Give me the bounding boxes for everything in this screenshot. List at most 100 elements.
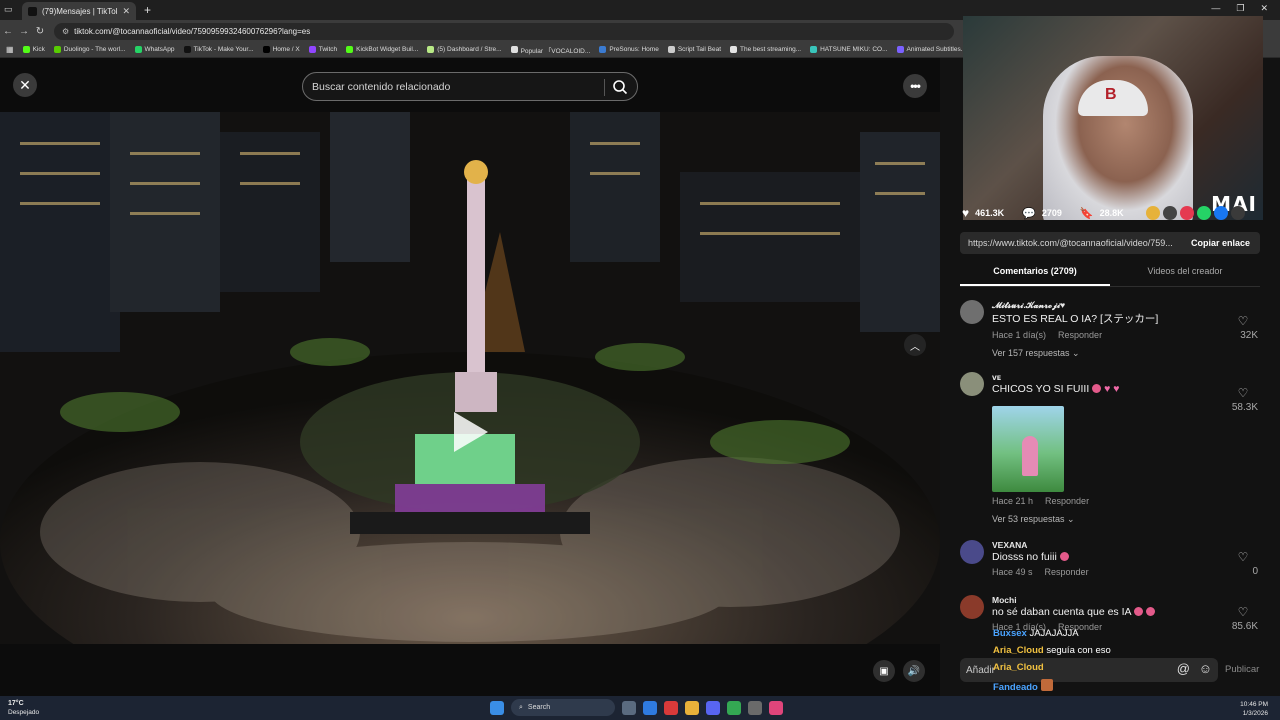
maximize-icon[interactable]: ❐ bbox=[1236, 3, 1244, 14]
video-frame-image bbox=[0, 112, 940, 644]
bookmark-label: Home / X bbox=[272, 46, 300, 53]
more-options-button[interactable]: ••• bbox=[903, 74, 927, 98]
comment-icon[interactable]: 💬 bbox=[1022, 207, 1036, 220]
play-icon[interactable] bbox=[454, 412, 488, 452]
bookmark-icon[interactable]: 🔖 bbox=[1080, 207, 1094, 220]
related-search-bar[interactable]: Buscar contenido relacionado bbox=[302, 72, 638, 101]
bookmark-item[interactable]: HATSUNE MIKU: CO... bbox=[810, 46, 888, 53]
back-icon[interactable]: ← bbox=[0, 26, 16, 37]
heart-outline-icon[interactable]: ♡ bbox=[1228, 314, 1258, 328]
file-explorer-icon[interactable] bbox=[685, 700, 699, 715]
comment-like[interactable]: ♡ 85.6K bbox=[1218, 605, 1258, 632]
copy-link-button[interactable]: Copiar enlace bbox=[1191, 238, 1260, 248]
window-close-icon[interactable]: ✕ bbox=[1260, 3, 1268, 14]
close-button[interactable]: ✕ bbox=[13, 73, 37, 97]
minimize-icon[interactable]: — bbox=[1211, 3, 1220, 14]
video-player[interactable]: ︿ bbox=[0, 112, 940, 644]
comment-like[interactable]: ♡ 32K bbox=[1218, 314, 1258, 341]
bookmark-item[interactable]: TikTok - Make Your... bbox=[183, 46, 254, 53]
reply-button[interactable]: Responder bbox=[1045, 496, 1089, 506]
avatar[interactable] bbox=[960, 540, 984, 564]
comment-author[interactable]: ᴠᴇ bbox=[992, 372, 1001, 382]
view-replies-button[interactable]: Ver 157 respuestas ⌄ bbox=[992, 348, 1080, 359]
reload-icon[interactable]: ↻ bbox=[32, 26, 48, 37]
chrome-icon[interactable] bbox=[727, 700, 741, 715]
reply-button[interactable]: Responder bbox=[1045, 567, 1089, 577]
settings-icon[interactable] bbox=[748, 700, 762, 715]
mention-icon[interactable]: @ bbox=[1177, 661, 1190, 676]
bookmark-favicon-icon bbox=[22, 46, 30, 53]
bookmark-item[interactable]: Home / X bbox=[262, 46, 300, 53]
tab-creator-videos[interactable]: Videos del creador bbox=[1110, 266, 1260, 286]
task-view-icon[interactable] bbox=[622, 700, 636, 715]
share-icon[interactable] bbox=[1231, 206, 1245, 220]
comment-like[interactable]: ♡ 58.3K bbox=[1218, 386, 1258, 413]
new-tab-button[interactable]: + bbox=[144, 3, 151, 17]
comment-meta: Hace 49 s Responder bbox=[992, 567, 1089, 577]
heart-outline-icon[interactable]: ♡ bbox=[1228, 386, 1258, 400]
bookmark-item[interactable]: KickBot Widget Buil... bbox=[346, 46, 418, 53]
view-replies-button[interactable]: Ver 53 respuestas ⌄ bbox=[992, 514, 1075, 525]
app-icon[interactable] bbox=[664, 700, 678, 715]
bookmark-item[interactable]: (5) Dashboard / Stre... bbox=[427, 46, 502, 53]
reply-button[interactable]: Responder bbox=[1058, 330, 1102, 340]
tab-close-icon[interactable]: ✕ bbox=[122, 6, 130, 17]
comment-like-count: 32K bbox=[1240, 330, 1258, 341]
bookmark-item[interactable]: Script Tail Beat bbox=[667, 46, 721, 53]
avatar[interactable] bbox=[960, 300, 984, 324]
edge-icon[interactable] bbox=[643, 700, 657, 715]
share-link[interactable]: https://www.tiktok.com/@tocannaoficial/v… bbox=[968, 238, 1173, 248]
forward-icon[interactable]: → bbox=[16, 26, 32, 37]
system-clock[interactable]: 10:46 PM 1/3/2026 bbox=[1240, 700, 1268, 718]
comment-text: Diosss no fuiii bbox=[992, 551, 1069, 563]
url-text: tiktok.com/@tocannaoficial/video/7590959… bbox=[74, 26, 311, 36]
site-info-icon[interactable]: ⚙ bbox=[62, 27, 69, 36]
volume-button[interactable]: 🔊 bbox=[903, 660, 925, 682]
facebook-icon[interactable] bbox=[1214, 206, 1228, 220]
search-input[interactable]: Buscar contenido relacionado bbox=[312, 81, 450, 93]
comment-text: ESTO ES REAL O IA? [ステッカー] bbox=[992, 313, 1159, 325]
apps-icon[interactable]: ▦ bbox=[6, 45, 14, 54]
discord-icon[interactable] bbox=[706, 700, 720, 715]
bookmark-favicon-icon bbox=[599, 46, 607, 53]
url-field[interactable]: ⚙ tiktok.com/@tocannaoficial/video/75909… bbox=[54, 22, 954, 40]
heart-outline-icon[interactable]: ♡ bbox=[1228, 550, 1258, 564]
browser-tab[interactable]: (79)Mensajes | TikTok ✕ bbox=[22, 2, 136, 20]
bookmark-item[interactable]: Twitch bbox=[308, 46, 337, 53]
bookmark-item[interactable]: Duolingo - The worl... bbox=[53, 46, 126, 53]
music-icon[interactable] bbox=[769, 700, 783, 715]
emoji-picker-icon[interactable]: ☺ bbox=[1199, 661, 1212, 676]
pink-heart-icon: ♥ bbox=[1113, 383, 1120, 395]
bookmark-item[interactable]: Animated Subtitles... bbox=[896, 46, 966, 53]
tab-list-icon[interactable]: ▭ bbox=[4, 4, 13, 15]
bookmark-item[interactable]: PreSonus: Home bbox=[599, 46, 659, 53]
chat-text: JAJAJAJJA bbox=[1029, 628, 1079, 639]
comment-author[interactable]: VEXANA bbox=[992, 540, 1027, 550]
avatar[interactable] bbox=[960, 372, 984, 396]
coin-icon[interactable] bbox=[1146, 206, 1160, 220]
picture-in-picture-button[interactable]: ▣ bbox=[873, 660, 895, 682]
start-icon[interactable] bbox=[490, 700, 504, 715]
tab-comments[interactable]: Comentarios (2709) bbox=[960, 266, 1110, 286]
send-icon[interactable] bbox=[1180, 206, 1194, 220]
bookmark-favicon-icon bbox=[730, 46, 738, 53]
comment-author[interactable]: Mochi bbox=[992, 595, 1017, 605]
comment-like[interactable]: ♡ 0 bbox=[1218, 550, 1258, 577]
taskbar-search[interactable]: ⌕ Search bbox=[511, 699, 615, 716]
embed-icon[interactable] bbox=[1163, 206, 1177, 220]
avatar[interactable] bbox=[960, 595, 984, 619]
search-icon[interactable] bbox=[612, 79, 628, 95]
heart-icon[interactable]: ♥ bbox=[962, 206, 969, 220]
whatsapp-icon[interactable] bbox=[1197, 206, 1211, 220]
bookmark-favicon-icon bbox=[308, 46, 316, 53]
comment-author[interactable]: 𝓜𝓲𝓽𝓼𝓾𝓻𝓲.𝓚𝓪𝓷𝓻𝓸𝓳𝓲♥ bbox=[992, 300, 1065, 311]
heart-outline-icon[interactable]: ♡ bbox=[1228, 605, 1258, 619]
bookmark-item[interactable]: The best streaming... bbox=[730, 46, 801, 53]
weather-widget[interactable]: 17°C Despejado bbox=[8, 699, 39, 717]
bookmark-item[interactable]: Popular 「VOCALOID... bbox=[510, 45, 590, 55]
bookmark-item[interactable]: WhatsApp bbox=[134, 46, 175, 53]
previous-video-button[interactable]: ︿ bbox=[904, 334, 926, 356]
publish-button[interactable]: Publicar bbox=[1225, 664, 1259, 675]
bookmark-item[interactable]: Kick bbox=[22, 46, 45, 53]
comment-image-thumbnail[interactable] bbox=[992, 406, 1064, 492]
